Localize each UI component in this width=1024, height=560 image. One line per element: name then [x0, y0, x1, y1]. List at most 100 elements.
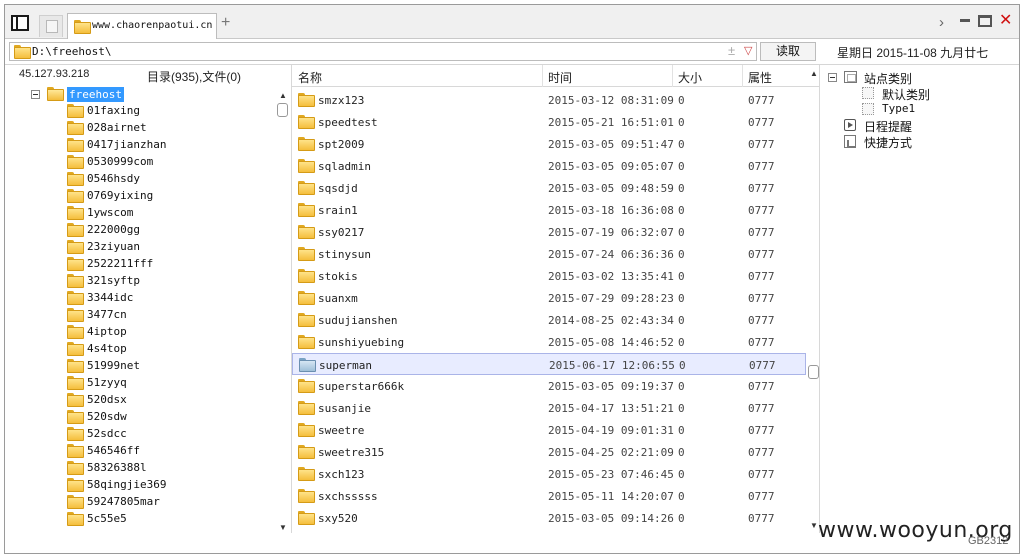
- page-icon: [46, 20, 58, 33]
- table-row[interactable]: smzx123 2015-03-12 08:31:09 0 0777: [292, 89, 806, 111]
- column-separator: [672, 65, 673, 87]
- table-row[interactable]: sxy520 2015-03-05 09:14:26 0 0777: [292, 507, 806, 529]
- row-time: 2015-07-29 09:28:23: [548, 292, 674, 305]
- table-row[interactable]: sqsdjd 2015-03-05 09:48:59 0 0777: [292, 177, 806, 199]
- table-row[interactable]: superman 2015-06-17 12:06:55 0 0777: [292, 353, 806, 375]
- row-time: 2015-03-05 09:05:07: [548, 160, 674, 173]
- header-size[interactable]: 大小: [678, 69, 702, 86]
- maximize-icon[interactable]: [978, 15, 992, 27]
- tree-item-label: 3344idc: [87, 291, 134, 304]
- table-row[interactable]: stinysun 2015-07-24 06:36:36 0 0777: [292, 243, 806, 265]
- minimize-icon[interactable]: [960, 19, 970, 22]
- folder-icon: [298, 401, 315, 415]
- row-time: 2015-05-21 16:51:01: [548, 116, 674, 129]
- scroll-up-icon[interactable]: ▲: [810, 69, 818, 78]
- chevron-right-icon[interactable]: ›: [939, 15, 944, 30]
- table-row[interactable]: sxch123 2015-05-23 07:46:45 0 0777: [292, 463, 806, 485]
- collapse-icon[interactable]: [31, 90, 40, 99]
- table-row[interactable]: spt2009 2015-03-05 09:51:47 0 0777: [292, 133, 806, 155]
- close-icon[interactable]: ✕: [999, 13, 1012, 29]
- folder-icon: [298, 93, 315, 107]
- folder-icon: [67, 172, 84, 186]
- table-row[interactable]: stokis 2015-03-02 13:35:41 0 0777: [292, 265, 806, 287]
- row-attr: 0777: [748, 380, 775, 393]
- scroll-thumb[interactable]: [277, 103, 288, 117]
- path-input[interactable]: D:\freehost\ ± ▽: [9, 42, 757, 61]
- toggle-icon[interactable]: ±: [728, 43, 735, 58]
- read-button[interactable]: 读取: [760, 42, 816, 61]
- row-time: 2015-05-23 07:46:45: [548, 468, 674, 481]
- folder-icon: [67, 121, 84, 135]
- tab-active[interactable]: www.chaorenpaotui.cn: [67, 13, 217, 40]
- header-time[interactable]: 时间: [548, 69, 572, 86]
- row-name: sxchsssss: [318, 490, 378, 503]
- row-name: suanxm: [318, 292, 358, 305]
- folder-icon: [298, 511, 315, 525]
- default-category-node[interactable]: 默认类别: [862, 85, 1002, 102]
- row-name: stokis: [318, 270, 358, 283]
- folder-icon: [298, 313, 315, 327]
- scroll-thumb[interactable]: [808, 365, 819, 379]
- row-size: 0: [678, 314, 685, 327]
- default-category-icon: [862, 87, 874, 99]
- collapse-icon[interactable]: [828, 73, 837, 82]
- tree-item-label: 520sdw: [87, 410, 127, 423]
- category-icon: [844, 71, 857, 83]
- row-name: susanjie: [318, 402, 371, 415]
- tree-scrollbar[interactable]: ▲ ▼: [277, 89, 289, 535]
- table-row[interactable]: sunshiyuebing 2015-05-08 14:46:52 0 0777: [292, 331, 806, 353]
- row-name: sxy520: [318, 512, 358, 525]
- row-attr: 0777: [748, 402, 775, 415]
- row-size: 0: [678, 248, 685, 261]
- table-row[interactable]: speedtest 2015-05-21 16:51:01 0 0777: [292, 111, 806, 133]
- table-row[interactable]: superstar666k 2015-03-05 09:19:37 0 0777: [292, 375, 806, 397]
- row-name: sqladmin: [318, 160, 371, 173]
- header-attr[interactable]: 属性: [748, 69, 772, 86]
- app-window: www.chaorenpaotui.cn + › ✕ D:\freehost\ …: [4, 4, 1020, 554]
- tree-item-label: 59247805mar: [87, 495, 160, 508]
- row-attr: 0777: [748, 490, 775, 503]
- table-row[interactable]: suanxm 2015-07-29 09:28:23 0 0777: [292, 287, 806, 309]
- row-name: ssy0217: [318, 226, 365, 239]
- scroll-down-icon[interactable]: ▼: [810, 521, 818, 530]
- row-size: 0: [678, 94, 685, 107]
- table-row[interactable]: ssy0217 2015-07-19 06:32:07 0 0777: [292, 221, 806, 243]
- folder-icon: [298, 203, 315, 217]
- scroll-down-icon[interactable]: ▼: [279, 523, 287, 532]
- table-row[interactable]: sxchsssss 2015-05-11 14:20:07 0 0777: [292, 485, 806, 507]
- folder-icon: [67, 138, 84, 152]
- table-row[interactable]: srain1 2015-03-18 16:36:08 0 0777: [292, 199, 806, 221]
- row-attr: 0777: [748, 512, 775, 525]
- folder-icon: [67, 444, 84, 458]
- scroll-up-icon[interactable]: ▲: [279, 91, 287, 100]
- tree-item-label: 0417jianzhan: [87, 138, 167, 151]
- folder-icon: [298, 467, 315, 481]
- header-name[interactable]: 名称: [298, 69, 322, 86]
- tab-bar: www.chaorenpaotui.cn + › ✕: [5, 5, 1019, 40]
- type1-node[interactable]: Type1: [862, 101, 1002, 117]
- tree-item-label: 52sdcc: [87, 427, 127, 440]
- table-row[interactable]: sudujianshen 2014-08-25 02:43:34 0 0777: [292, 309, 806, 331]
- table-row[interactable]: sweetre315 2015-04-25 02:21:09 0 0777: [292, 441, 806, 463]
- row-attr: 0777: [748, 116, 775, 129]
- dropdown-icon[interactable]: ▽: [744, 44, 752, 57]
- folder-open-icon: [47, 87, 64, 101]
- folder-icon: [298, 335, 315, 349]
- table-row[interactable]: sqladmin 2015-03-05 09:05:07 0 0777: [292, 155, 806, 177]
- folder-icon: [298, 291, 315, 305]
- tab-blank[interactable]: [39, 15, 63, 37]
- site-category-node[interactable]: 站点类别: [828, 69, 1008, 86]
- tree-item-label: 58qingjie369: [87, 478, 167, 491]
- schedule-node[interactable]: 日程提醒: [844, 117, 1004, 134]
- new-tab-button[interactable]: +: [221, 15, 230, 31]
- panel-toggle-icon[interactable]: [11, 15, 29, 31]
- table-row[interactable]: susanjie 2015-04-17 13:51:21 0 0777: [292, 397, 806, 419]
- shortcuts-label: 快捷方式: [864, 136, 913, 150]
- shortcuts-node[interactable]: 快捷方式: [844, 133, 1004, 150]
- row-size: 0: [678, 380, 685, 393]
- tree-item-label: 1ywscom: [87, 206, 134, 219]
- tree-item-label: 23ziyuan: [87, 240, 140, 253]
- row-attr: 0777: [748, 292, 775, 305]
- tree-item-label: 0546hsdy: [87, 172, 140, 185]
- table-row[interactable]: sweetre 2015-04-19 09:01:31 0 0777: [292, 419, 806, 441]
